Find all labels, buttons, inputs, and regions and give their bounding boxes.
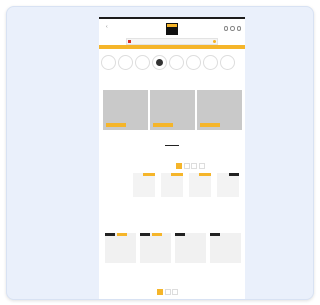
category-item[interactable]: [118, 55, 133, 71]
product-image: [133, 173, 155, 197]
product-badge: [152, 233, 162, 236]
flag-icon: [128, 40, 131, 43]
search-submit-icon[interactable]: [212, 39, 216, 43]
category-item[interactable]: [101, 55, 116, 71]
product-image: [189, 173, 211, 197]
product-card[interactable]: [133, 173, 155, 198]
product-image: [217, 173, 239, 197]
banner-button[interactable]: [200, 123, 220, 127]
tab[interactable]: [172, 289, 178, 295]
category-item[interactable]: [152, 55, 167, 71]
promo-bar[interactable]: [99, 44, 245, 49]
category-image: [135, 55, 150, 70]
product-badge: [140, 233, 150, 236]
tab[interactable]: [198, 163, 205, 169]
product-image: [210, 233, 241, 263]
category-image: [101, 55, 116, 70]
product-badge: [210, 233, 220, 236]
product-card[interactable]: [217, 173, 239, 198]
category-row: [101, 55, 245, 71]
tab[interactable]: [183, 163, 190, 169]
category-item[interactable]: [169, 55, 184, 71]
product-image: [140, 233, 171, 263]
product-card[interactable]: [161, 173, 183, 198]
promo-banner[interactable]: [197, 90, 242, 130]
category-image: [186, 55, 201, 70]
product-card[interactable]: [105, 233, 136, 264]
product-badge: [171, 173, 183, 176]
tab[interactable]: [191, 163, 197, 169]
top-strip: [99, 17, 245, 19]
tab[interactable]: [164, 289, 171, 295]
banner-button[interactable]: [153, 123, 173, 127]
category-item[interactable]: [186, 55, 201, 71]
product-image: [105, 233, 136, 263]
category-image: [220, 55, 235, 70]
cart-icon[interactable]: [236, 26, 241, 31]
tab[interactable]: [157, 289, 163, 295]
section-tabs: [157, 289, 178, 295]
product-card[interactable]: [175, 233, 206, 264]
product-badge: [143, 173, 155, 176]
category-item[interactable]: [203, 55, 218, 71]
product-card[interactable]: [210, 233, 241, 264]
logo-accent: [167, 24, 177, 27]
search-icon[interactable]: [223, 26, 228, 31]
section-divider: [165, 145, 179, 146]
banner-row: [103, 90, 242, 130]
back-button[interactable]: ‹: [106, 25, 108, 30]
product-image: [175, 233, 206, 263]
product-badge: [175, 233, 185, 236]
header-icons: [223, 26, 241, 31]
account-icon[interactable]: [230, 26, 235, 31]
product-badge: [117, 233, 127, 236]
banner-button[interactable]: [106, 123, 126, 127]
category-item[interactable]: [220, 55, 235, 71]
category-image: [169, 55, 184, 70]
tab[interactable]: [176, 163, 182, 169]
category-image: [152, 55, 167, 70]
mobile-page: ‹: [99, 17, 245, 299]
product-badge: [199, 173, 211, 176]
product-card[interactable]: [140, 233, 171, 264]
product-image: [161, 173, 183, 197]
promo-banner[interactable]: [150, 90, 195, 130]
product-badge: [105, 233, 115, 236]
promo-banner[interactable]: [103, 90, 148, 130]
category-item[interactable]: [135, 55, 150, 71]
category-image: [118, 55, 133, 70]
section-tabs: [176, 163, 205, 169]
store-logo[interactable]: [166, 23, 178, 35]
product-badge: [229, 173, 239, 176]
category-image: [203, 55, 218, 70]
product-card[interactable]: [189, 173, 211, 198]
screenshot-frame: ‹: [6, 6, 314, 300]
